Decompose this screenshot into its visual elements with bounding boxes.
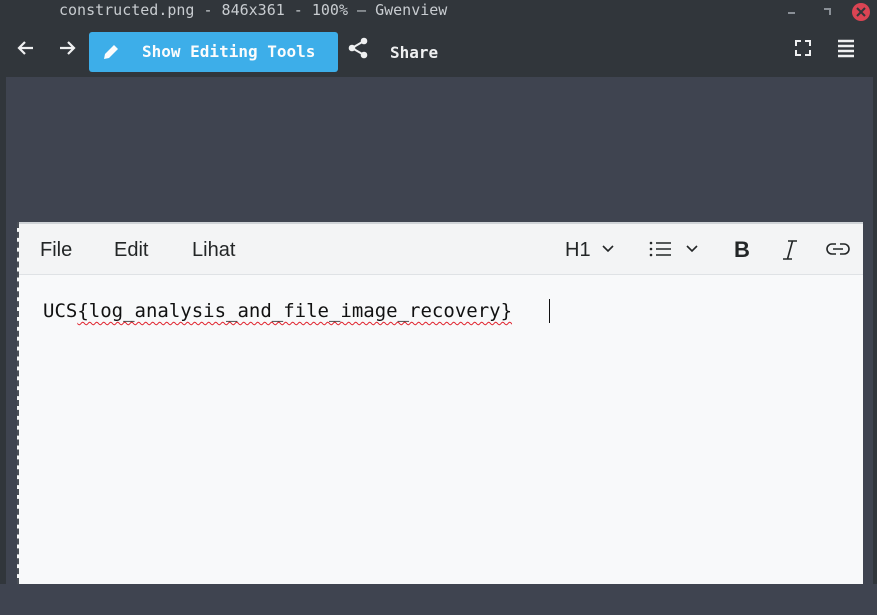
share-button[interactable]: [347, 37, 369, 59]
arrow-right-icon: [60, 41, 76, 55]
heading-dropdown: H1: [565, 238, 591, 262]
hamburger-menu-icon: [838, 39, 854, 58]
back-button[interactable]: [15, 37, 37, 59]
view-bottom-area: [0, 584, 877, 615]
minimize-button[interactable]: [783, 3, 799, 19]
close-button[interactable]: [852, 3, 870, 21]
text-prefix: UCS: [43, 300, 78, 322]
text-caret: [549, 299, 550, 323]
fullscreen-button[interactable]: [792, 37, 814, 59]
arrow-left-icon: [17, 41, 33, 55]
italic-icon: [783, 240, 797, 260]
link-icon: [826, 243, 850, 255]
window-titlebar: constructed.png - 846x361 - 100% — Gwenv…: [0, 0, 877, 22]
pencil-icon: [104, 45, 118, 59]
bullet-list-icon: [649, 241, 671, 257]
displayed-image: File Edit Lihat H1 B UCS{log_analysis_an…: [17, 222, 863, 584]
share-icon: [348, 37, 368, 59]
main-menu-button[interactable]: [835, 37, 857, 59]
maximize-button[interactable]: [819, 3, 835, 19]
window-title: constructed.png - 846x361 - 100% — Gwenv…: [59, 1, 448, 19]
main-toolbar: Show Editing Tools Share: [0, 22, 877, 76]
heading-label: H1: [565, 239, 591, 261]
chevron-down-icon: [602, 245, 614, 253]
bold-button: B: [734, 237, 750, 262]
menu-edit: Edit: [114, 239, 149, 261]
editor-text: UCS{log_analysis_and_file_image_recovery…: [43, 296, 512, 326]
menu-file: File: [40, 239, 73, 261]
view-right-edge: [873, 77, 877, 615]
show-editing-tools-button[interactable]: Show Editing Tools: [89, 32, 338, 72]
menu-view: Lihat: [192, 239, 236, 261]
show-editing-tools-label: Show Editing Tools: [142, 42, 316, 61]
chevron-down-icon: [686, 245, 698, 253]
close-icon: [856, 7, 866, 17]
share-label[interactable]: Share: [390, 44, 438, 62]
fullscreen-icon: [795, 40, 811, 56]
editor-menubar: File Edit Lihat H1 B: [19, 224, 863, 275]
forward-button[interactable]: [56, 37, 78, 59]
spellcheck-word: {log_analysis_and_file_image_recovery}: [77, 300, 513, 322]
